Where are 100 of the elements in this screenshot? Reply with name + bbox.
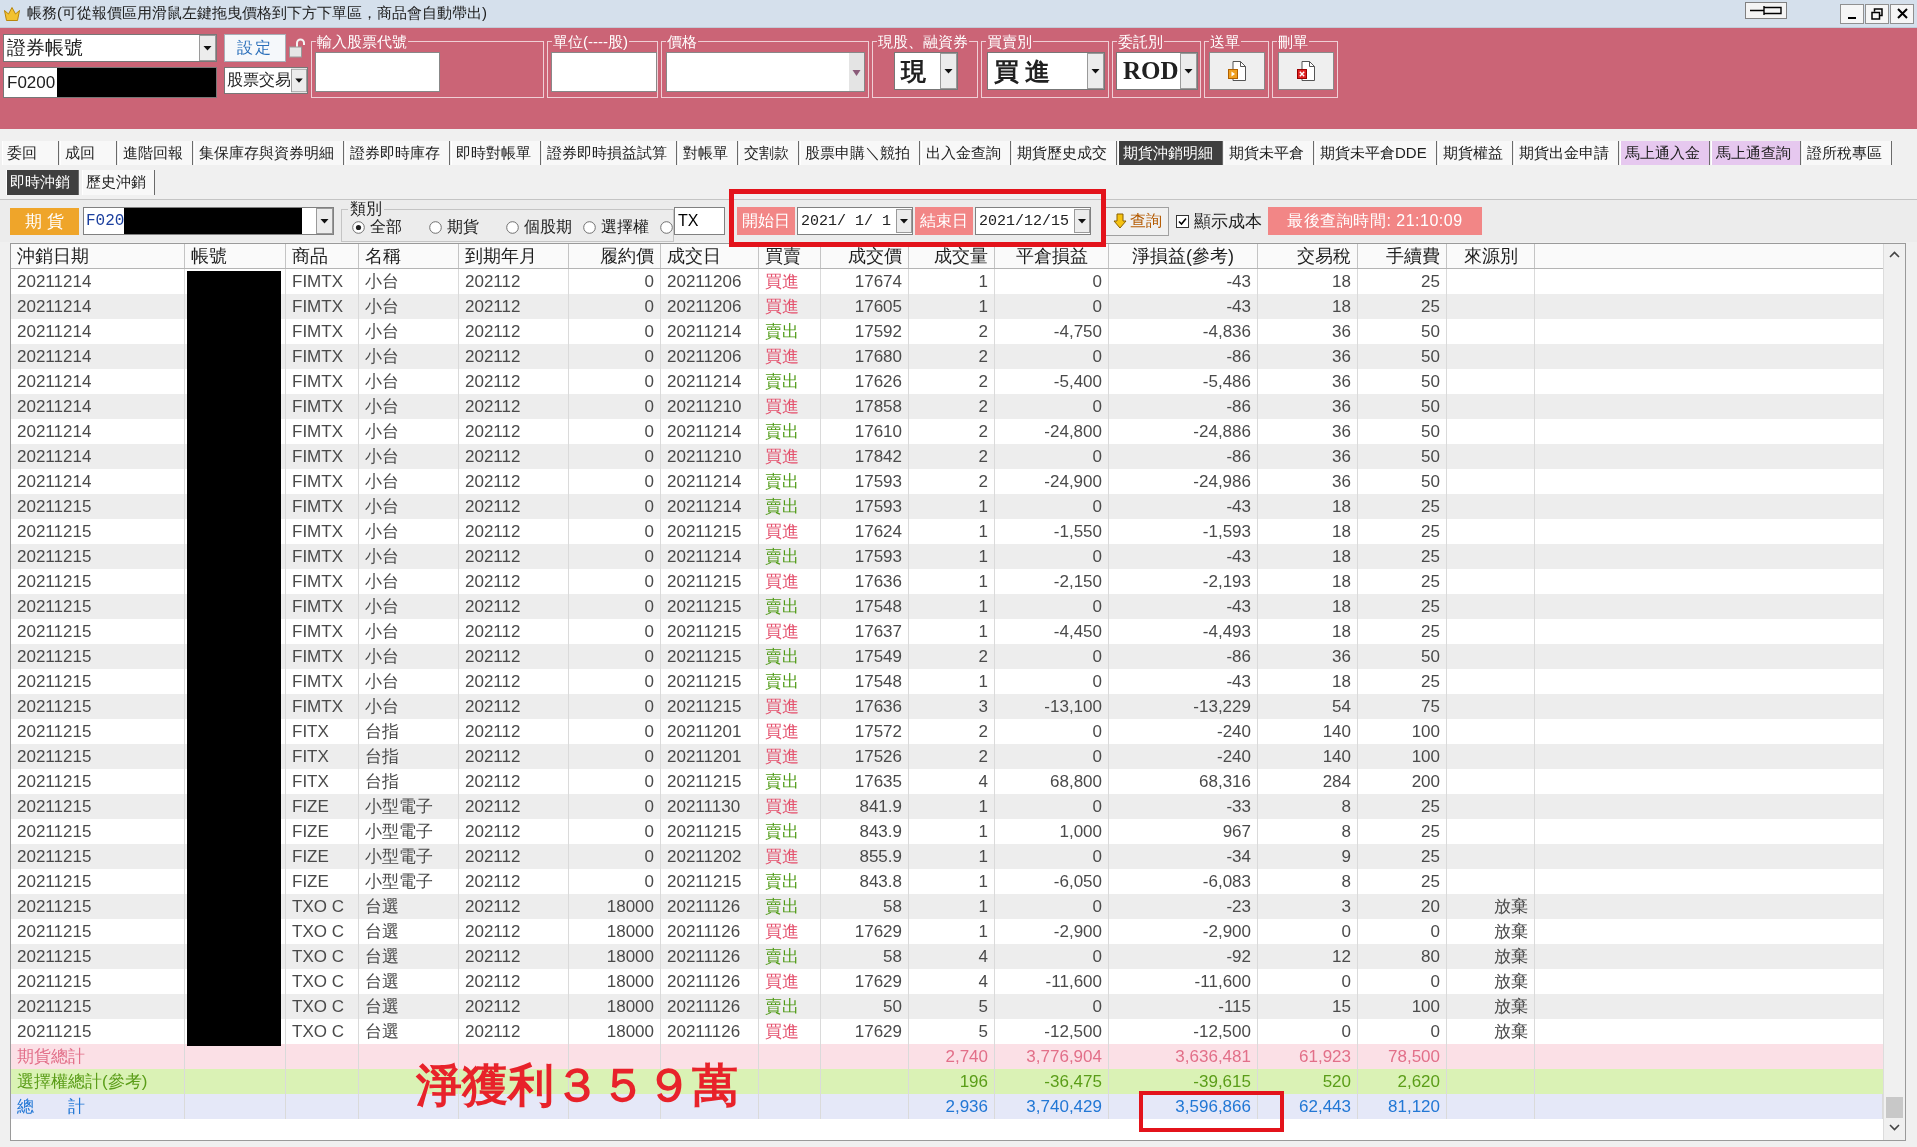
column-header[interactable]: 沖銷日期 <box>11 244 185 268</box>
table-cell: 1 <box>909 544 995 569</box>
combo-field[interactable] <box>666 52 865 92</box>
close-button[interactable] <box>1890 3 1914 24</box>
column-header[interactable]: 來源別 <box>1447 244 1535 268</box>
radio-button[interactable] <box>583 221 596 234</box>
tab[interactable]: 對帳單 <box>678 141 738 165</box>
table-cell: -86 <box>1109 394 1258 419</box>
restore-button[interactable] <box>1865 3 1889 24</box>
caret-down-icon <box>1180 53 1197 89</box>
group-label: 刪單 <box>1277 34 1309 49</box>
tab[interactable]: 期貨歷史成交 <box>1012 141 1117 165</box>
column-header[interactable]: 平倉損益 <box>995 244 1109 268</box>
table-cell: 58 <box>821 894 909 919</box>
table-cell: 20211214 <box>661 544 759 569</box>
caret-down-icon <box>291 68 307 93</box>
table-cell: 17680 <box>821 344 909 369</box>
column-header[interactable]: 商品 <box>286 244 359 268</box>
table-cell: FIMTX <box>286 594 359 619</box>
account-field[interactable]: F0200 <box>3 67 217 98</box>
tab[interactable]: 馬上通入金 <box>1619 141 1710 165</box>
table-cell: 20211215 <box>661 694 759 719</box>
table-cell: 202112 <box>459 744 569 769</box>
pin-button[interactable] <box>1745 2 1787 19</box>
account-type-dropdown[interactable]: 證券帳號 <box>3 34 217 62</box>
column-header[interactable]: 買賣 <box>759 244 821 268</box>
radio-button[interactable] <box>506 221 519 234</box>
tab[interactable]: 證所稅專區 <box>1801 141 1892 165</box>
tab[interactable]: 歷史沖銷 <box>82 170 155 195</box>
radio-button[interactable] <box>352 221 365 234</box>
tab[interactable]: 即時對帳單 <box>451 141 541 165</box>
trade-type-dropdown[interactable]: 股票交易 <box>224 67 308 94</box>
tab[interactable]: 證券即時庫存 <box>345 141 450 165</box>
input-field[interactable] <box>315 52 440 92</box>
table-cell: 台選 <box>359 894 459 919</box>
table-cell: 80 <box>1358 944 1447 969</box>
radio-button[interactable] <box>660 221 673 234</box>
caret-down-icon <box>199 35 216 61</box>
symbol-field[interactable]: TX <box>674 207 725 235</box>
dropdown[interactable]: ROD <box>1116 52 1198 90</box>
table-cell: -13,229 <box>1109 694 1258 719</box>
date-picker[interactable]: 2021/ 1/ 1 <box>797 207 913 235</box>
table-cell: 20211126 <box>661 894 759 919</box>
account-dropdown[interactable]: F020 <box>83 207 334 235</box>
tab[interactable]: 期貨未平倉DDE <box>1315 141 1437 165</box>
query-button[interactable]: 查詢 <box>1105 206 1169 236</box>
tab[interactable]: 集保庫存與資券明細 <box>194 141 344 165</box>
minimize-button[interactable] <box>1840 3 1864 24</box>
table-cell: 18000 <box>569 994 661 1019</box>
dropdown[interactable]: 買 進 <box>986 52 1105 90</box>
column-header[interactable]: 成交量 <box>909 244 995 268</box>
tab[interactable]: 期貨沖銷明細 <box>1118 141 1223 165</box>
column-header[interactable]: 淨損益(參考) <box>1109 244 1258 268</box>
tab[interactable]: 股票申購＼競拍 <box>800 141 920 165</box>
tab[interactable]: 即時沖銷 <box>6 170 79 195</box>
tab[interactable]: 馬上通查詢 <box>1710 141 1801 165</box>
checkbox[interactable] <box>1176 214 1189 228</box>
table-cell: 0 <box>995 794 1109 819</box>
table-cell: 0 <box>995 844 1109 869</box>
table-cell: 18 <box>1258 494 1358 519</box>
tab[interactable]: 期貨出金申請 <box>1513 141 1619 165</box>
column-header[interactable]: 履約價 <box>569 244 661 268</box>
tab[interactable]: 出入金查詢 <box>921 141 1011 165</box>
send-button[interactable] <box>1209 52 1265 90</box>
table-cell: 17549 <box>821 644 909 669</box>
radio-button[interactable] <box>429 221 442 234</box>
tab[interactable]: 進階回報 <box>118 141 193 165</box>
input-field[interactable] <box>551 52 657 92</box>
tab[interactable]: 成回 <box>60 141 117 165</box>
table-cell: 賣出 <box>759 544 821 569</box>
chevron-up-icon[interactable] <box>1888 250 1901 259</box>
table-cell: 賣出 <box>759 944 821 969</box>
table-cell: 20211126 <box>661 994 759 1019</box>
table-cell: FITX <box>286 744 359 769</box>
table-cell: FIMTX <box>286 544 359 569</box>
chevron-down-icon[interactable] <box>1888 1123 1901 1132</box>
table-cell: 17605 <box>821 294 909 319</box>
scrollbar-thumb[interactable] <box>1886 1097 1903 1118</box>
table-cell: 台指 <box>359 744 459 769</box>
tab[interactable]: 證券即時損益試算 <box>542 141 677 165</box>
tab[interactable]: 期貨權益 <box>1437 141 1513 165</box>
dropdown[interactable]: 現 <box>893 52 958 90</box>
scrollbar[interactable] <box>1883 244 1905 1140</box>
delete-button[interactable] <box>1277 52 1334 90</box>
column-header[interactable]: 成交價 <box>821 244 909 268</box>
column-header[interactable]: 手續費 <box>1358 244 1447 268</box>
table-cell: 20211214 <box>11 344 185 369</box>
table-cell: 20211210 <box>661 444 759 469</box>
set-button[interactable]: 設定 <box>224 34 286 62</box>
column-header[interactable]: 名稱 <box>359 244 459 268</box>
column-header[interactable]: 成交日 <box>661 244 759 268</box>
tab[interactable]: 期貨未平倉 <box>1224 141 1314 165</box>
tab[interactable]: 交割款 <box>739 141 799 165</box>
column-header[interactable]: 交易稅 <box>1258 244 1358 268</box>
column-header[interactable]: 帳號 <box>185 244 286 268</box>
date-picker[interactable]: 2021/12/15 <box>975 207 1091 235</box>
padlock-icon <box>288 37 306 59</box>
tab[interactable]: 委回 <box>2 141 59 165</box>
column-header[interactable]: 到期年月 <box>459 244 569 268</box>
table-cell: 買進 <box>759 694 821 719</box>
